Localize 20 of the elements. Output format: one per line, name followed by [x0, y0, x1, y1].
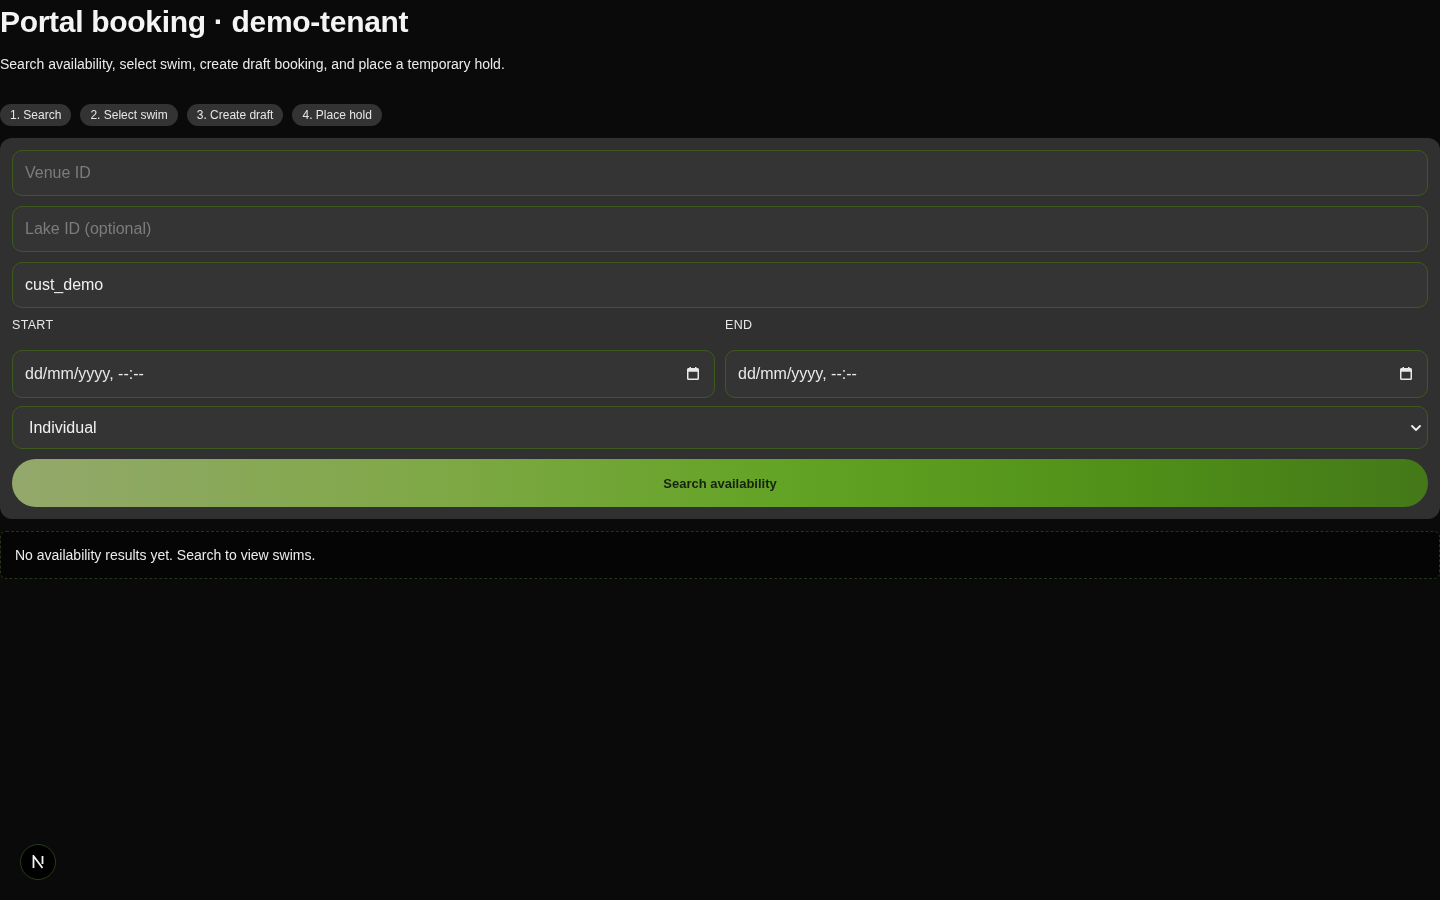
- field-label: END: [725, 318, 753, 332]
- page-subtitle: Search availability, select swim, create draft booking, and place a temporary hold.: [0, 55, 506, 74]
- step-pill: 4. Place hold: [292, 104, 382, 126]
- step-pill: 2. Select swim: [80, 104, 178, 126]
- booking-type-select[interactable]: Individual: [12, 406, 1428, 449]
- datetime-input[interactable]: dd/mm/yyyy, --:--: [12, 350, 715, 398]
- chevron-down-icon: [1411, 424, 1421, 431]
- field-label: START: [12, 318, 54, 332]
- text-input[interactable]: Venue ID: [12, 150, 1428, 196]
- calendar-icon[interactable]: [687, 367, 699, 380]
- text-input[interactable]: cust_demo: [12, 262, 1428, 308]
- empty-results-message: No availability results yet. Search to view swims.: [15, 547, 316, 563]
- page-title: Portal booking · demo-tenant: [0, 4, 410, 40]
- search-availability-button[interactable]: Search availability: [12, 459, 1428, 507]
- datetime-input[interactable]: dd/mm/yyyy, --:--: [725, 350, 1428, 398]
- step-pill: 3. Create draft: [186, 104, 284, 126]
- calendar-icon[interactable]: [1400, 367, 1412, 380]
- text-input[interactable]: Lake ID (optional): [12, 206, 1428, 252]
- n-logo-icon[interactable]: [20, 844, 56, 880]
- step-pill: 1. Search: [0, 104, 72, 126]
